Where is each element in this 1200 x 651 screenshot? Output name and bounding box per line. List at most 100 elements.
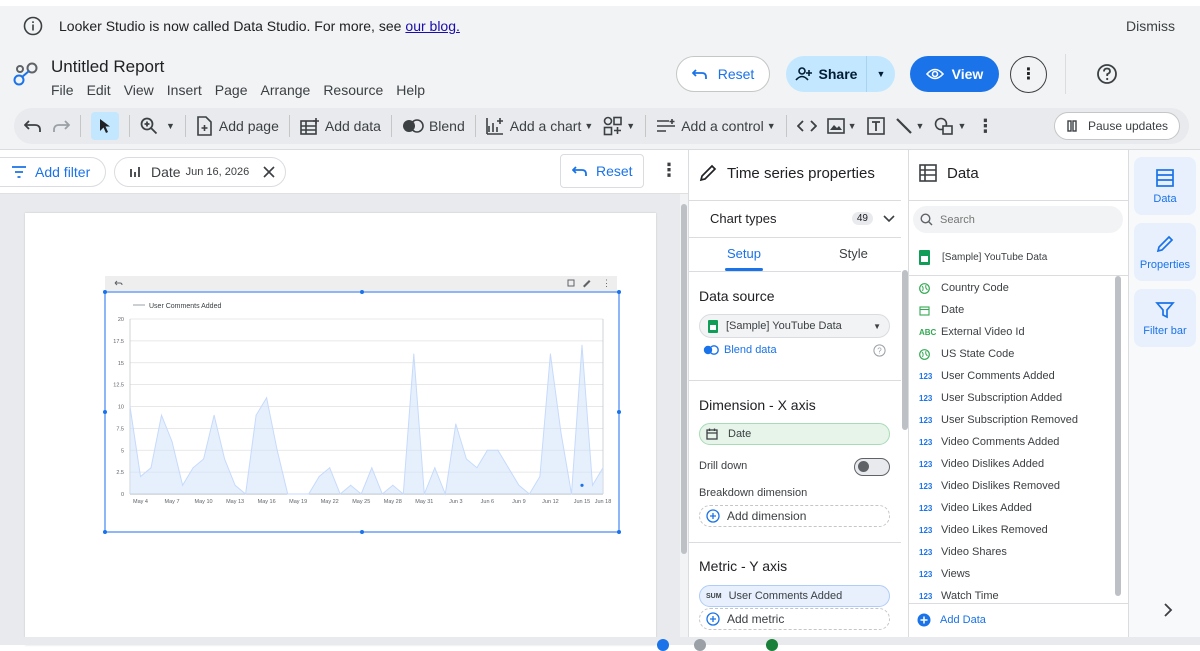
- field-item[interactable]: 123 Video Dislikes Added: [919, 453, 1044, 475]
- search-input[interactable]: [940, 213, 1110, 226]
- resize-handle[interactable]: [103, 530, 107, 534]
- reset-filters-button[interactable]: Reset: [560, 154, 644, 188]
- menu-arrange[interactable]: Arrange: [261, 82, 311, 98]
- rail-filter-bar-button[interactable]: Filter bar: [1134, 289, 1196, 347]
- field-item[interactable]: 123 User Subscription Removed: [919, 409, 1078, 431]
- resize-handle[interactable]: [617, 410, 621, 414]
- time-series-chart[interactable]: ⋮ User Comments Added 0 2.5 5 7.5 10 12.5 15 17…: [103, 275, 623, 537]
- field-item[interactable]: ABC External Video Id: [919, 321, 1025, 343]
- add-control-icon: [657, 119, 676, 132]
- resize-handle[interactable]: [360, 290, 364, 294]
- date-range-chip[interactable]: Date Jun 16, 2026: [114, 157, 286, 187]
- menu-resource[interactable]: Resource: [323, 82, 383, 98]
- zoom-button[interactable]: ▼: [140, 117, 175, 135]
- field-item[interactable]: 123 Video Comments Added: [919, 431, 1059, 453]
- menu-file[interactable]: File: [51, 82, 74, 98]
- report-page[interactable]: ⋮ User Comments Added 0 2.5 5 7.5 10 12.5 15 17…: [25, 213, 656, 645]
- add-text-button[interactable]: [866, 117, 885, 135]
- field-item[interactable]: Country Code: [919, 277, 1009, 299]
- resize-handle[interactable]: [617, 530, 621, 534]
- add-chart-button[interactable]: Add a chart ▼: [485, 117, 593, 135]
- dismiss-button[interactable]: Dismiss: [1126, 18, 1175, 34]
- add-data-link[interactable]: Add Data: [917, 613, 986, 627]
- data-point: [560, 432, 562, 434]
- data-source-name[interactable]: [Sample] YouTube Data: [919, 250, 1047, 265]
- filter-more-icon[interactable]: ⋮: [660, 160, 678, 181]
- share-dropdown-button[interactable]: ▼: [866, 56, 895, 92]
- field-item[interactable]: 123 Video Shares: [919, 541, 1007, 563]
- chart-types-selector[interactable]: Chart types 49: [710, 211, 895, 226]
- pause-icon: [1067, 120, 1077, 132]
- undo-button[interactable]: [24, 118, 42, 134]
- close-icon[interactable]: [263, 166, 275, 178]
- add-metric-button[interactable]: Add metric: [699, 608, 890, 630]
- field-name: Video Shares: [941, 546, 1007, 558]
- field-item[interactable]: 123 User Subscription Added: [919, 387, 1062, 409]
- resize-handle[interactable]: [360, 530, 364, 534]
- field-item[interactable]: 123 Video Likes Removed: [919, 519, 1048, 541]
- field-item[interactable]: 123 User Comments Added: [919, 365, 1055, 387]
- add-dimension-button[interactable]: Add dimension: [699, 505, 890, 527]
- view-button[interactable]: View: [910, 56, 999, 92]
- field-item[interactable]: 123 Video Likes Added: [919, 497, 1032, 519]
- share-button[interactable]: Share: [786, 56, 866, 92]
- data-panel: Data [Sample] YouTube Data Country Code D…: [908, 150, 1129, 645]
- dimension-date-chip[interactable]: Date: [699, 423, 890, 445]
- add-line-button[interactable]: ▼: [895, 117, 924, 135]
- pause-updates-button[interactable]: Pause updates: [1054, 112, 1180, 140]
- data-source-select[interactable]: [Sample] YouTube Data ▼: [699, 314, 890, 338]
- field-item[interactable]: Date: [919, 299, 964, 321]
- y-tick-label: 17.5: [113, 339, 124, 345]
- field-item[interactable]: 123 Views: [919, 563, 970, 585]
- data-point: [360, 493, 362, 495]
- resize-handle[interactable]: [103, 410, 107, 414]
- tab-style[interactable]: Style: [839, 246, 868, 261]
- field-name: Video Likes Added: [941, 502, 1032, 514]
- data-panel-header: Data: [919, 164, 979, 182]
- menu-edit[interactable]: Edit: [87, 82, 111, 98]
- chevron-right-icon[interactable]: [1163, 603, 1173, 617]
- add-circle-icon: [917, 613, 931, 627]
- add-control-button[interactable]: Add a control ▼: [656, 118, 776, 134]
- help-icon[interactable]: ?: [873, 344, 886, 357]
- menu-help[interactable]: Help: [396, 82, 425, 98]
- resize-handles[interactable]: [103, 290, 621, 534]
- caret-down-icon: ▼: [766, 121, 776, 131]
- search-field[interactable]: [913, 206, 1123, 233]
- add-data-button[interactable]: Add data: [300, 117, 381, 135]
- tab-setup[interactable]: Setup: [727, 246, 761, 261]
- rail-properties-button[interactable]: Properties: [1134, 223, 1196, 281]
- add-page-button[interactable]: Add page: [196, 116, 279, 136]
- chart-more-icon[interactable]: ⋮: [602, 278, 611, 288]
- field-item[interactable]: US State Code: [919, 343, 1014, 365]
- canvas-scrollbar[interactable]: [680, 194, 688, 645]
- resize-handle[interactable]: [617, 290, 621, 294]
- field-item[interactable]: 123 Video Dislikes Removed: [919, 475, 1060, 497]
- rebrand-banner: Looker Studio is now called Data Studio.…: [0, 6, 1200, 46]
- drill-down-toggle[interactable]: [854, 458, 890, 476]
- select-tool-button[interactable]: [91, 112, 119, 140]
- field-name: Date: [941, 304, 965, 316]
- resize-handle[interactable]: [103, 290, 107, 294]
- embed-url-button[interactable]: [796, 119, 817, 133]
- toolbar-more-button[interactable]: ⋮: [976, 116, 994, 137]
- blend-button[interactable]: Blend: [402, 118, 465, 134]
- redo-button[interactable]: [52, 118, 70, 134]
- banner-blog-link[interactable]: our blog.: [405, 18, 459, 34]
- menu-view[interactable]: View: [124, 82, 154, 98]
- help-icon[interactable]: [1096, 63, 1118, 85]
- community-viz-button[interactable]: ▼: [603, 116, 635, 136]
- add-image-button[interactable]: ▼: [826, 118, 857, 134]
- rail-data-button[interactable]: Data: [1134, 157, 1196, 215]
- report-title[interactable]: Untitled Report: [51, 57, 164, 77]
- reset-report-button[interactable]: Reset: [676, 56, 770, 92]
- more-options-button[interactable]: ⋮: [1010, 56, 1047, 93]
- menu-page[interactable]: Page: [215, 82, 248, 98]
- field-list-scrollbar[interactable]: [1115, 276, 1121, 596]
- add-filter-button[interactable]: Add filter: [0, 157, 106, 187]
- scroll-thumb[interactable]: [681, 204, 687, 554]
- blend-data-link[interactable]: Blend data: [703, 344, 777, 356]
- add-shape-button[interactable]: ▼: [934, 117, 966, 135]
- metric-chip[interactable]: SUM User Comments Added: [699, 585, 890, 607]
- menu-insert[interactable]: Insert: [167, 82, 202, 98]
